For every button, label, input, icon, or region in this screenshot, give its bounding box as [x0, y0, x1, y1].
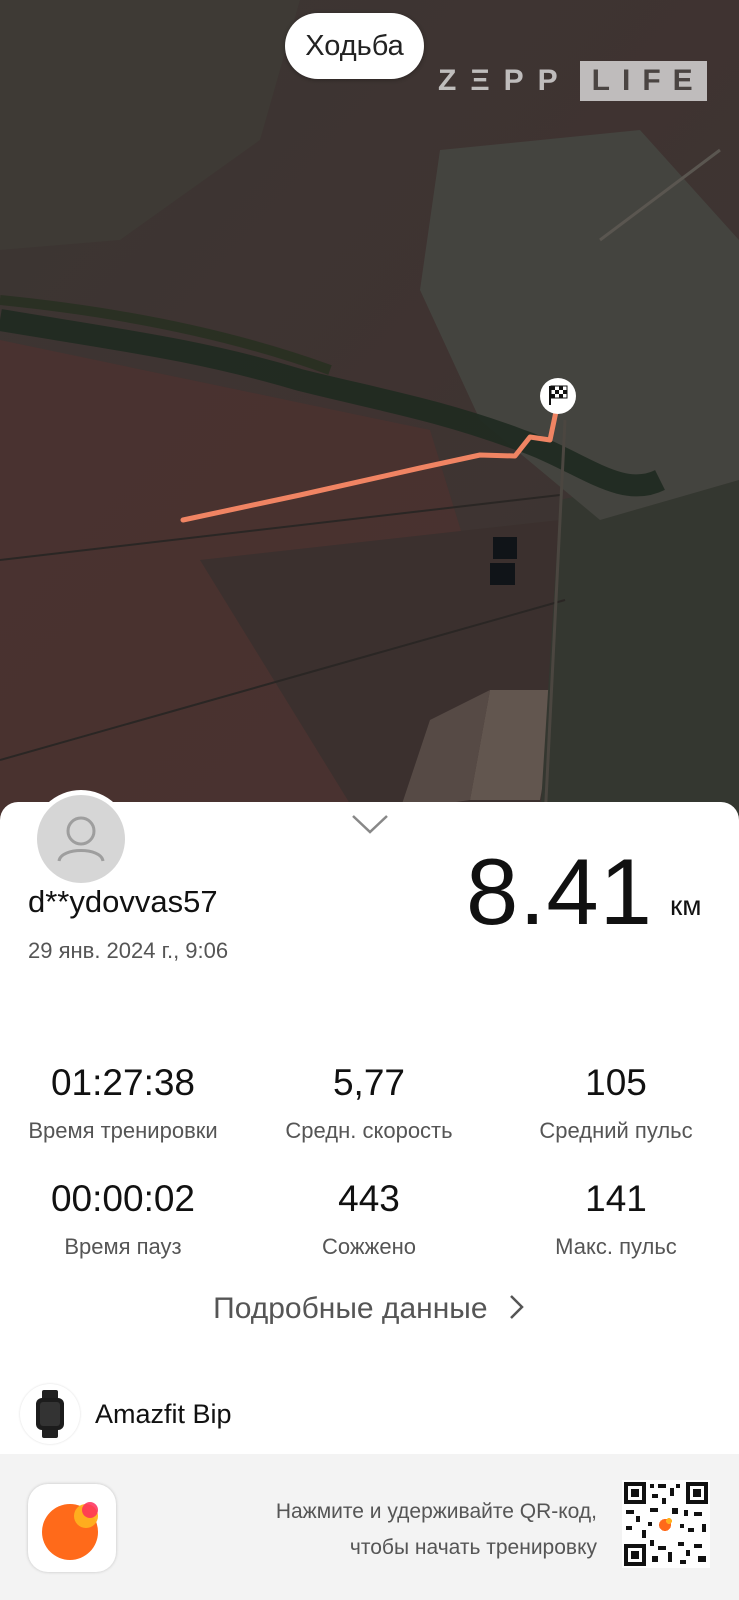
stat-label: Сожжено	[322, 1234, 416, 1259]
qr-instruction: Нажмите и удерживайте QR-код, чтобы нача…	[276, 1494, 597, 1566]
user-icon	[57, 816, 105, 862]
chevron-down-icon[interactable]	[350, 812, 390, 836]
stat-label: Время пауз	[64, 1234, 182, 1259]
device-name: Amazfit Bip	[95, 1399, 232, 1429]
workout-datetime: 29 янв. 2024 г., 9:06	[28, 938, 229, 963]
details-link-label: Подробные данные	[213, 1292, 488, 1325]
stat-calories: 443 Сожжено	[246, 1178, 492, 1260]
route-map[interactable]: Ходьба ZΞPP LIFE	[0, 0, 739, 820]
distance-unit: км	[670, 890, 702, 921]
stat-value: 01:27:38	[50, 1062, 196, 1103]
qr-instruction-line2: чтобы начать тренировку	[349, 1536, 597, 1559]
stat-value: 105	[585, 1062, 647, 1103]
stat-pause-time: 00:00:02 Время пауз	[0, 1178, 246, 1260]
brand-life-text: LIFE	[579, 61, 707, 101]
qr-code-icon[interactable]	[622, 1480, 710, 1568]
zepp-life-logo: ZΞPP LIFE	[438, 60, 707, 102]
satellite-map-background	[0, 0, 739, 820]
brand-zepp-text: ZΞPP	[438, 64, 572, 97]
stat-label: Время тренировки	[28, 1118, 218, 1143]
smartwatch-icon	[20, 1384, 80, 1444]
stat-value: 5,77	[332, 1062, 405, 1103]
qr-instruction-line1: Нажмите и удерживайте QR-код,	[275, 1500, 597, 1523]
device-row[interactable]: Amazfit Bip	[0, 1375, 739, 1454]
distance-value: 8.41	[466, 839, 653, 944]
stat-value: 141	[585, 1178, 647, 1219]
stat-workout-time: 01:27:38 Время тренировки	[0, 1062, 246, 1144]
stat-max-heart-rate: 141 Макс. пульс	[493, 1178, 739, 1260]
activity-type-badge[interactable]: Ходьба	[285, 13, 424, 79]
username: d**ydovvas57	[28, 884, 218, 919]
stat-label: Средний пульс	[539, 1118, 693, 1143]
stat-label: Макс. пульс	[555, 1234, 677, 1259]
zepp-life-app-icon	[28, 1484, 116, 1572]
avatar[interactable]	[32, 790, 130, 888]
details-link[interactable]: Подробные данные	[0, 1292, 739, 1326]
stat-label: Средн. скорость	[285, 1118, 453, 1143]
stat-value: 00:00:02	[50, 1178, 196, 1219]
stat-avg-heart-rate: 105 Средний пульс	[493, 1062, 739, 1144]
share-footer: Нажмите и удерживайте QR-код, чтобы нача…	[0, 1454, 739, 1600]
stat-avg-speed: 5,77 Средн. скорость	[246, 1062, 492, 1144]
chevron-right-icon	[509, 1295, 524, 1319]
stat-value: 443	[338, 1178, 400, 1219]
